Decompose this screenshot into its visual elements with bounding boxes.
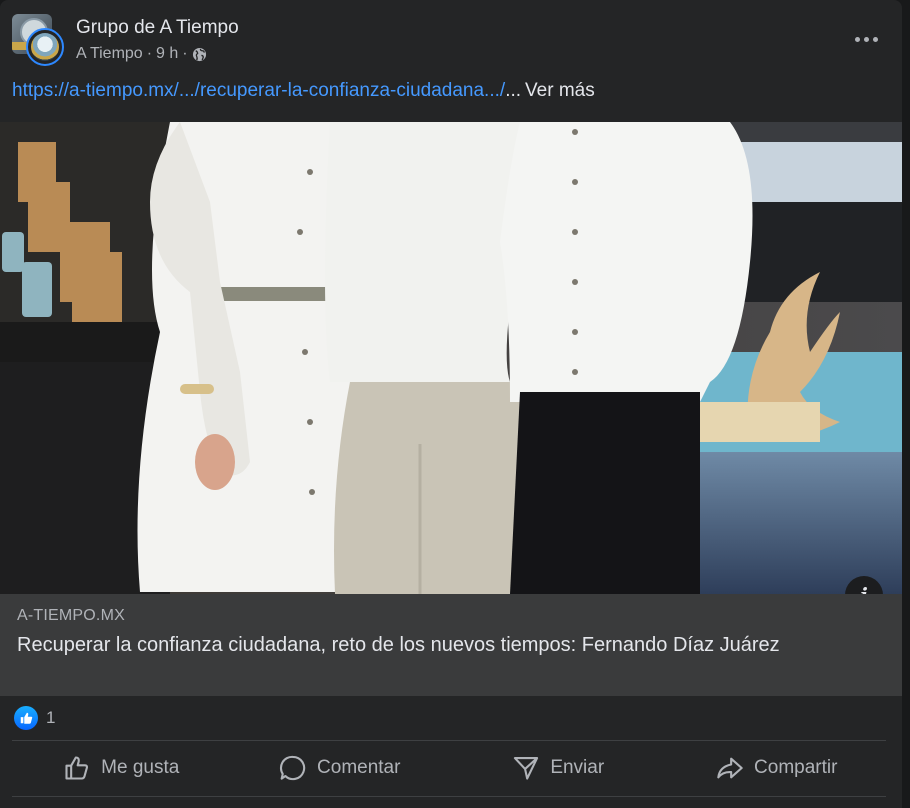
comment-label: Comentar: [317, 757, 401, 778]
action-bar: Me gusta Comentar Enviar Compartir: [12, 743, 886, 793]
dot: [872, 36, 878, 42]
preview-domain: A-TIEMPO.MX: [17, 607, 125, 624]
reaction-count[interactable]: 1: [46, 708, 55, 728]
bottom-divider: [12, 796, 886, 797]
article-image[interactable]: [0, 122, 902, 594]
reaction-summary[interactable]: 1: [14, 706, 55, 730]
author-logo: [31, 33, 59, 61]
dot: [863, 36, 869, 42]
comment-icon: [279, 755, 306, 781]
send-icon: [514, 757, 539, 780]
author-name-link[interactable]: A Tiempo: [76, 45, 143, 63]
group-avatar[interactable]: [12, 14, 64, 66]
globe-icon[interactable]: [192, 47, 207, 62]
send-button[interactable]: Enviar: [449, 743, 668, 793]
photo-illustration: [0, 122, 902, 594]
author-avatar[interactable]: [26, 28, 64, 66]
post-time-link[interactable]: 9 h: [156, 45, 178, 63]
thumbs-up-icon: [65, 756, 89, 780]
article-link[interactable]: https://a-tiempo.mx/.../recuperar-la-con…: [12, 80, 505, 101]
preview-title[interactable]: Recuperar la confianza ciudadana, reto d…: [17, 631, 877, 659]
dot: [854, 36, 860, 42]
like-icon: [14, 706, 38, 730]
share-icon: [717, 757, 743, 779]
send-label: Enviar: [550, 757, 605, 778]
comment-button[interactable]: Comentar: [231, 743, 450, 793]
meta-separator: ·: [146, 45, 153, 62]
see-more-button[interactable]: Ver más: [525, 80, 595, 101]
more-options-button[interactable]: [848, 26, 884, 52]
feed-post: Grupo de A Tiempo A Tiempo · 9 h · https…: [0, 0, 902, 808]
post-meta: A Tiempo · 9 h ·: [76, 45, 207, 63]
group-name-link[interactable]: Grupo de A Tiempo: [76, 17, 239, 39]
like-label: Me gusta: [101, 757, 180, 778]
post-text: https://a-tiempo.mx/.../recuperar-la-con…: [12, 80, 595, 102]
divider: [12, 740, 886, 741]
like-button[interactable]: Me gusta: [12, 743, 231, 793]
link-preview-card[interactable]: A-TIEMPO.MX Recuperar la confianza ciuda…: [0, 594, 902, 696]
text-ellipsis: ...: [505, 80, 522, 101]
share-label: Compartir: [754, 757, 838, 778]
meta-separator-2: ·: [182, 45, 188, 62]
share-button[interactable]: Compartir: [668, 743, 887, 793]
